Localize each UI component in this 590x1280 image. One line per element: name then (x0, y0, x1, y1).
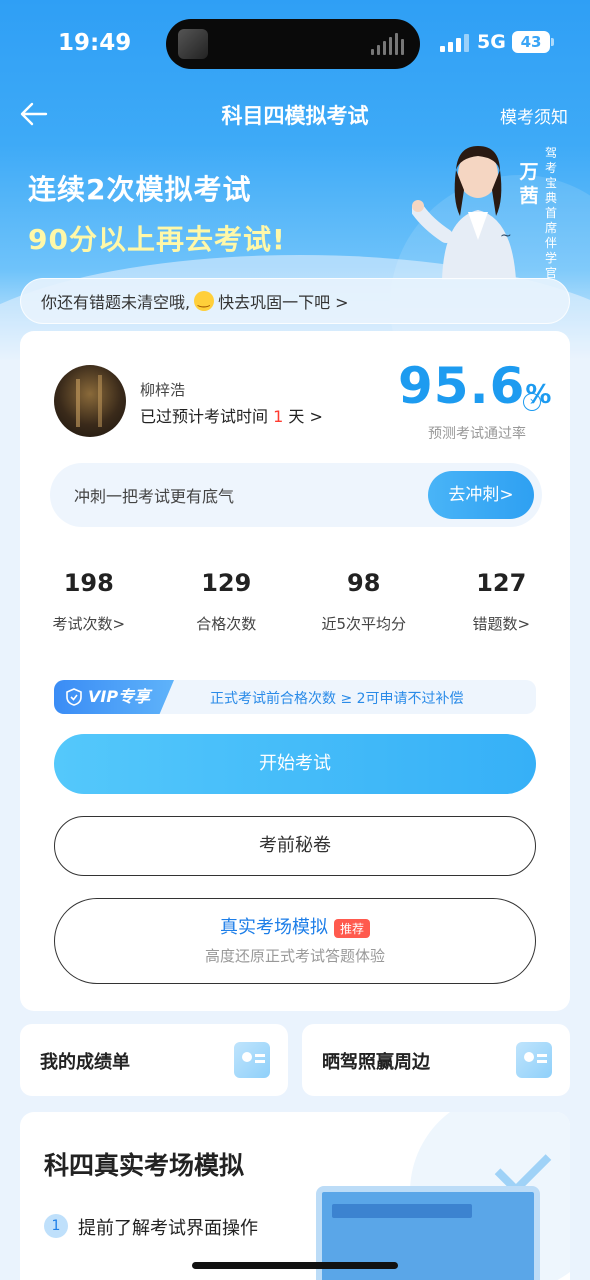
exam-notice-link[interactable]: 模考须知 (500, 103, 568, 128)
banner-line-1: 连续2次模拟考试 (28, 173, 252, 206)
stat-exam-count[interactable]: 198 考试次数> (20, 569, 158, 634)
notice-text-before: 你还有错题未清空哦, (41, 293, 191, 312)
intro-step-text: 提前了解考试界面操作 (78, 1218, 258, 1239)
chevron-right-icon[interactable]: › (523, 393, 541, 411)
share-license-card[interactable]: 晒驾照赢周边 (302, 1024, 570, 1096)
stat-wrong-count[interactable]: 127 错题数> (433, 569, 571, 634)
network-type: 5G (477, 31, 506, 53)
exam-days-value: 1 (273, 407, 284, 426)
real-exam-sim-button[interactable]: 真实考场模拟 推荐 高度还原正式考试答题体验 (54, 898, 536, 984)
share-license-label: 晒驾照赢周边 (322, 1052, 430, 1073)
dynamic-island[interactable] (166, 19, 420, 69)
avatar[interactable] (54, 365, 126, 437)
home-indicator[interactable] (192, 1262, 398, 1269)
back-arrow-icon[interactable] (18, 98, 50, 130)
stat-avg-score: 98 近5次平均分 (321, 569, 407, 633)
shield-icon (66, 688, 82, 706)
status-time: 19:49 (58, 30, 132, 56)
stats-row: 198 考试次数> 129 合格次数 98 近5次平均分 127 错题数> (20, 569, 570, 634)
wrong-question-notice[interactable]: 你还有错题未清空哦, 快去巩固一下吧 > (20, 278, 570, 324)
score-report-icon (234, 1042, 270, 1078)
my-scores-card[interactable]: 我的成绩单 (20, 1024, 288, 1096)
signature-mark: ~ (500, 228, 512, 244)
vip-banner[interactable]: VIP专享 正式考试前合格次数 ≥ 2可申请不过补偿 (54, 680, 536, 714)
notice-text-after: 快去巩固一下吧 > (218, 293, 349, 312)
sprint-bar: 冲刺一把考试更有底气 去冲刺> (50, 463, 542, 527)
stat-pass-count: 129 合格次数 (196, 569, 257, 633)
exam-date-link[interactable]: 已过预计考试时间 1 天 > (140, 403, 323, 427)
vip-text: 正式考试前合格次数 ≥ 2可申请不过补偿 (210, 691, 464, 707)
spokesperson-name: 万茜 (519, 161, 539, 207)
recommend-badge: 推荐 (333, 918, 370, 938)
my-scores-label: 我的成绩单 (40, 1052, 130, 1073)
real-sim-title: 真实考场模拟 (219, 917, 328, 938)
spokesperson-image (412, 146, 516, 280)
start-exam-button[interactable]: 开始考试 (54, 734, 536, 794)
cell-signal-icon (440, 34, 469, 52)
banner-line-2: 90分以上再去考试! (28, 223, 286, 256)
real-exam-intro-card[interactable]: 科四真实考场模拟 1 提前了解考试界面操作 (20, 1112, 570, 1280)
sprint-button[interactable]: 去冲刺> (428, 471, 534, 519)
username: 柳梓浩 (140, 381, 186, 399)
secret-paper-button[interactable]: 考前秘卷 (54, 816, 536, 876)
exam-summary-card: 柳梓浩 已过预计考试时间 1 天 > 95.6% › 预测考试通过率 冲刺一把考… (20, 331, 570, 1011)
intro-card-title: 科四真实考场模拟 (44, 1151, 245, 1180)
audio-wave-icon (371, 33, 404, 55)
battery-icon: 43 (512, 31, 554, 53)
step-number-badge: 1 (44, 1214, 68, 1238)
spokesperson-title: 驾考宝典首席伴学官 (544, 146, 557, 280)
media-thumbnail-icon (178, 29, 208, 59)
pass-rate-label: 预测考试通过率 (428, 426, 526, 442)
id-card-icon (516, 1042, 552, 1078)
status-bar: 19:49 5G 43 (0, 0, 590, 88)
smile-emoji-icon (194, 291, 215, 311)
real-sim-desc: 高度还原正式考试答题体验 (204, 947, 385, 965)
sprint-text: 冲刺一把考试更有底气 (74, 487, 235, 506)
